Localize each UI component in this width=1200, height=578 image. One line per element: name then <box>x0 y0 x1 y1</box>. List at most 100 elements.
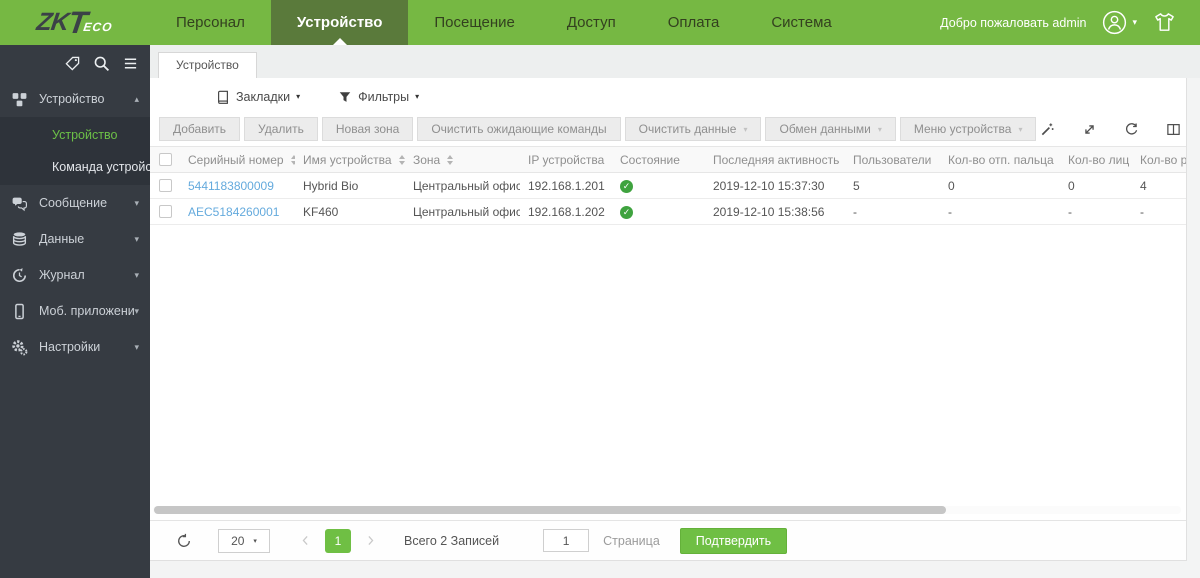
chevron-down-icon: ▾ <box>134 269 139 280</box>
action-button[interactable]: Очистить данные ▾ <box>624 117 762 141</box>
filter-bar: Закладки ▾ Фильтры ▾ <box>150 78 1186 115</box>
column-header-label: Кол-во ры <box>1140 152 1186 167</box>
page-size-select[interactable]: 20 ▾ <box>218 528 270 553</box>
action-button-label: Новая зона <box>335 122 400 136</box>
nav-item[interactable]: Оплата <box>642 0 746 45</box>
mobile-icon <box>11 303 28 320</box>
action-button-label: Меню устройства <box>913 122 1012 136</box>
cell-ip: 192.168.1.202 <box>528 204 605 219</box>
column-header[interactable]: Состояние <box>612 153 705 167</box>
sidebar-item[interactable]: Сообщение ▾ <box>0 185 150 221</box>
action-toolbar: Добавить Удалить Новая зона Очистить ожидаю… <box>150 115 1186 143</box>
device-panel: Закладки ▾ Фильтры ▾ Добавить Удалить Нова… <box>150 78 1187 561</box>
nav-item-label: Оплата <box>667 14 720 31</box>
column-header[interactable]: Пользователи <box>845 153 940 167</box>
select-all-checkbox[interactable] <box>158 153 172 166</box>
action-button[interactable]: Новая зона <box>321 117 414 141</box>
main-nav: Персонал Устройство Посещение Доступ Оплата С… <box>150 0 858 45</box>
data-icon <box>11 231 28 248</box>
nav-item[interactable]: Доступ <box>541 0 642 45</box>
action-button[interactable]: Меню устройства ▾ <box>899 117 1037 141</box>
table-row[interactable]: 5441183800009 Hybrid Bio Центральный офис 1… <box>150 173 1186 199</box>
table-row[interactable]: AEC5184260001 KF460 Центральный офис 192.16… <box>150 199 1186 225</box>
confirm-button[interactable]: Подтвердить <box>679 527 788 554</box>
table-body: 5441183800009 Hybrid Bio Центральный офис 1… <box>150 173 1186 225</box>
column-header-label: IP устройства <box>528 152 605 167</box>
column-header[interactable]: Кол-во ры <box>1132 153 1186 167</box>
refresh-icon[interactable] <box>176 533 192 549</box>
sidebar-item[interactable]: Данные ▾ <box>0 221 150 257</box>
sidebar-item-label: Моб. приложение <box>39 304 135 318</box>
nav-item[interactable]: Устройство <box>270 0 409 45</box>
prev-page-button[interactable] <box>299 534 312 547</box>
search-icon[interactable] <box>93 55 110 72</box>
row-checkbox[interactable] <box>158 179 172 192</box>
theme-shirt-icon[interactable] <box>1153 11 1176 34</box>
chevron-down-icon: ▾ <box>296 92 301 101</box>
sidebar-item[interactable]: Устройство ▴ <box>0 81 150 117</box>
sidebar-tools <box>0 45 150 81</box>
sidebar-item[interactable]: Моб. приложение ▾ <box>0 293 150 329</box>
nav-item[interactable]: Персонал <box>150 0 271 45</box>
chevron-down-icon: ▾ <box>415 92 420 101</box>
action-button-label: Добавить <box>173 122 227 136</box>
action-button[interactable]: Добавить <box>159 117 241 141</box>
cell-users: 5 <box>853 178 860 193</box>
sidebar-subitem[interactable]: Команда устройства <box>0 151 150 183</box>
nav-item[interactable]: Система <box>745 0 857 45</box>
column-header-label: Кол-во отп. пальца <box>948 152 1054 167</box>
top-bar: ZK T ECO Персонал Устройство Посещение Доступ… <box>0 0 1200 45</box>
chevron-down-icon: ▾ <box>134 197 139 208</box>
sidebar-item[interactable]: Журнал ▾ <box>0 257 150 293</box>
scrollbar-thumb[interactable] <box>154 506 946 514</box>
sort-icon[interactable] <box>447 154 454 165</box>
cell-zone: Центральный офис <box>413 204 520 219</box>
sidebar: Устройство▴УстройствоКоманда устройстваС… <box>0 45 150 578</box>
chevron-down-icon: ▾ <box>877 124 882 134</box>
page-input[interactable] <box>543 529 590 552</box>
bookmarks-button[interactable]: Закладки ▾ <box>216 90 300 104</box>
wand-icon[interactable] <box>1040 122 1055 137</box>
sidebar-subitem[interactable]: Устройство <box>0 119 150 151</box>
next-page-button[interactable] <box>364 534 377 547</box>
column-header[interactable]: Кол-во отп. пальца <box>940 153 1060 167</box>
sidebar-item-label: Журнал <box>39 268 85 282</box>
menu-icon[interactable] <box>123 56 138 71</box>
current-page-button[interactable]: 1 <box>325 528 351 553</box>
action-button[interactable]: Обмен данными ▾ <box>765 117 896 141</box>
chevron-up-icon: ▴ <box>134 93 139 104</box>
expand-icon[interactable] <box>1082 122 1097 137</box>
funnel-icon <box>338 90 352 104</box>
nav-item[interactable]: Посещение <box>408 0 541 45</box>
status-ok-icon: ✓ <box>620 206 633 219</box>
cell-extra: 4 <box>1140 178 1147 193</box>
tab-device[interactable]: Устройство <box>158 52 257 78</box>
sidebar-submenu: УстройствоКоманда устройства <box>0 117 150 185</box>
cell-last_activity: 2019-12-10 15:38:56 <box>713 204 825 219</box>
columns-icon[interactable] <box>1166 122 1181 137</box>
horizontal-scrollbar[interactable] <box>153 506 1181 514</box>
row-checkbox[interactable] <box>158 205 172 218</box>
column-header[interactable]: Кол-во лиц <box>1060 153 1132 167</box>
action-button[interactable]: Очистить ожидающие команды <box>417 117 621 141</box>
sidebar-item[interactable]: Настройки ▾ <box>0 329 150 365</box>
chevron-down-icon: ▾ <box>134 233 139 244</box>
user-menu[interactable]: ▾ <box>1102 10 1137 35</box>
column-header[interactable]: Имя устройства <box>295 153 405 167</box>
column-header[interactable]: IP устройства <box>520 153 612 167</box>
column-header[interactable]: Последняя активность <box>705 153 845 167</box>
main-content: Устройство Закладки ▾ Фильтры ▾ Добавить… <box>150 45 1200 578</box>
column-header[interactable]: Зона <box>405 153 520 167</box>
chevron-down-icon: ▾ <box>253 537 257 545</box>
filters-button[interactable]: Фильтры ▾ <box>338 90 419 104</box>
action-button[interactable]: Удалить <box>244 117 318 141</box>
device-serial-link[interactable]: 5441183800009 <box>188 179 274 193</box>
tag-icon[interactable] <box>65 56 80 71</box>
sort-icon[interactable] <box>398 154 405 165</box>
chevron-down-icon: ▾ <box>1018 124 1023 134</box>
cell-zone: Центральный офис <box>413 178 520 193</box>
column-header[interactable]: Серийный номер <box>180 153 295 167</box>
history-icon[interactable] <box>1124 122 1139 137</box>
pagination-bar: 20 ▾ 1 Всего 2 Записей Страница Подтверд… <box>150 520 1186 560</box>
device-serial-link[interactable]: AEC5184260001 <box>188 205 279 219</box>
